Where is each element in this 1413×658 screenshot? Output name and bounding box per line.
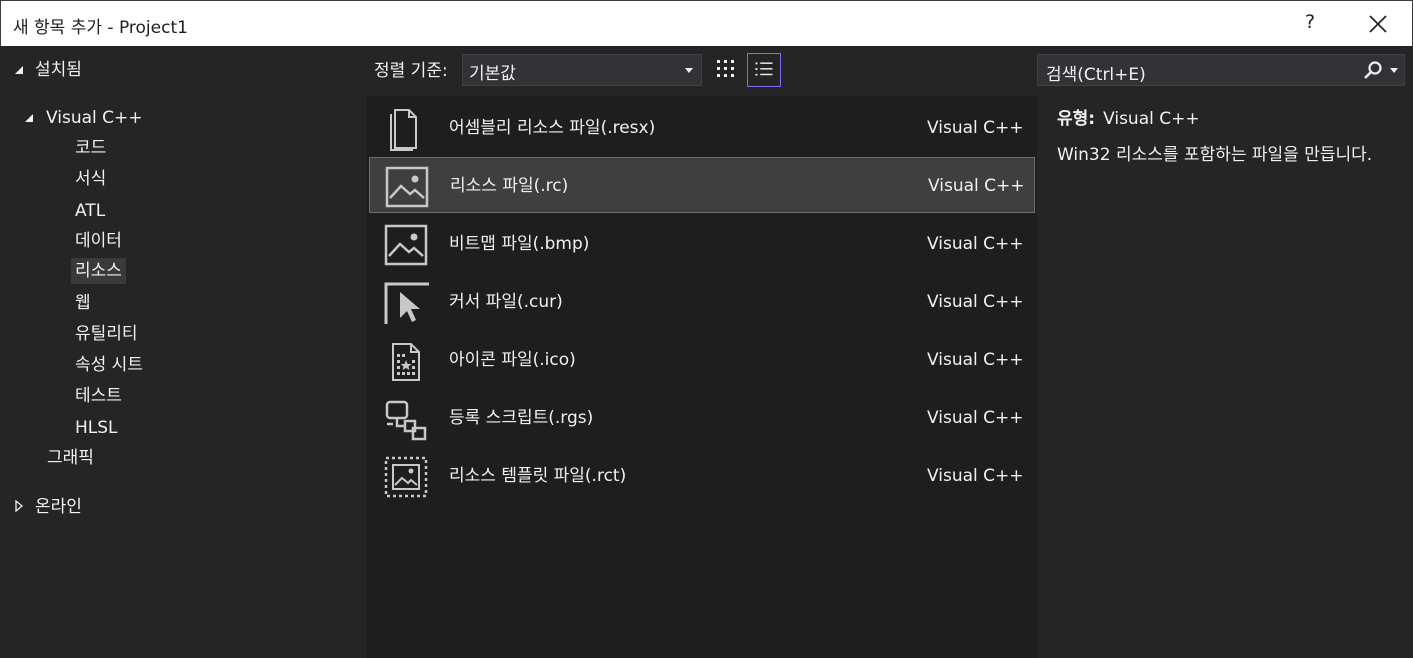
category-tree: 설치됨 Visual C++ 코드 서식 ATL 데이터 리소스 웹 유틸리티 … [1, 46, 367, 658]
tree-item-test[interactable]: 테스트 [75, 383, 122, 409]
title-bar: 새 항목 추가 - Project1 ? [0, 0, 1413, 46]
sort-value: 기본값 [469, 64, 516, 84]
window-title: 새 항목 추가 - Project1 [13, 18, 188, 38]
search-box[interactable]: 검색(Ctrl+E) [1037, 54, 1405, 86]
template-name: 커서 파일(.cur) [449, 292, 563, 312]
expanded-caret-icon[interactable] [13, 64, 25, 76]
dropdown-arrow-icon [685, 68, 693, 73]
template-name: 아이콘 파일(.ico) [449, 350, 576, 370]
template-list: 어셈블리 리소스 파일(.resx) Visual C++ 리소스 파일(.rc… [367, 96, 1037, 658]
search-icon[interactable] [1362, 60, 1384, 82]
search-options-arrow-icon[interactable] [1390, 68, 1398, 73]
image-icon [384, 224, 428, 266]
tree-item-visual-cpp[interactable]: Visual C++ [46, 105, 143, 131]
details-pane: 유형: Visual C++ Win32 리소스를 포함하는 파일을 만듭니다. [1037, 96, 1413, 658]
sort-label: 정렬 기준: [374, 61, 448, 81]
template-item-bmp[interactable]: 비트맵 파일(.bmp) Visual C++ [369, 216, 1035, 272]
registry-script-icon [385, 400, 427, 441]
expanded-caret-icon[interactable] [23, 112, 35, 124]
tree-item-graphics[interactable]: 그래픽 [47, 445, 94, 471]
template-item-rc[interactable]: 리소스 파일(.rc) Visual C++ [369, 157, 1035, 213]
tree-item-atl[interactable]: ATL [75, 198, 105, 224]
cursor-icon [384, 282, 429, 324]
template-language: Visual C++ [927, 350, 1024, 370]
document-icon [390, 109, 417, 151]
template-language: Visual C++ [927, 466, 1024, 486]
tree-item-format[interactable]: 서식 [75, 166, 106, 192]
tree-item-utility[interactable]: 유틸리티 [75, 321, 138, 347]
tree-item-code[interactable]: 코드 [75, 135, 106, 161]
tree-item-installed[interactable]: 설치됨 [35, 57, 82, 83]
template-name: 어셈블리 리소스 파일(.resx) [449, 118, 656, 138]
grid-view-icon[interactable] [709, 53, 743, 87]
image-template-icon [384, 456, 428, 498]
template-language: Visual C++ [927, 118, 1024, 138]
template-description: Win32 리소스를 포함하는 파일을 만듭니다. [1057, 145, 1373, 165]
image-icon [385, 166, 429, 208]
type-value: Visual C++ [1103, 109, 1200, 129]
template-name: 비트맵 파일(.bmp) [449, 234, 590, 254]
template-language: Visual C++ [928, 176, 1025, 196]
template-language: Visual C++ [927, 408, 1024, 428]
tree-item-data[interactable]: 데이터 [75, 228, 122, 254]
tree-item-property-sheet[interactable]: 속성 시트 [75, 352, 143, 378]
tree-item-web[interactable]: 웹 [75, 290, 91, 316]
tree-item-online[interactable]: 온라인 [35, 494, 82, 520]
search-input[interactable]: 검색(Ctrl+E) [1046, 60, 1146, 85]
template-name: 리소스 템플릿 파일(.rct) [449, 466, 627, 486]
template-name: 리소스 파일(.rc) [450, 176, 569, 196]
tree-item-resource[interactable]: 리소스 [71, 258, 126, 284]
template-item-rgs[interactable]: 등록 스크립트(.rgs) Visual C++ [369, 390, 1035, 446]
template-item-ico[interactable]: 아이콘 파일(.ico) Visual C++ [369, 332, 1035, 388]
template-language: Visual C++ [927, 234, 1024, 254]
template-name: 등록 스크립트(.rgs) [449, 408, 594, 428]
template-item-rct[interactable]: 리소스 템플릿 파일(.rct) Visual C++ [369, 448, 1035, 504]
type-label: 유형: [1057, 109, 1096, 129]
collapsed-caret-icon[interactable] [13, 500, 25, 512]
template-item-cur[interactable]: 커서 파일(.cur) Visual C++ [369, 274, 1035, 330]
sort-dropdown[interactable]: 기본값 [462, 54, 702, 86]
icon-file-icon [392, 343, 420, 381]
type-line: 유형: Visual C++ [1057, 106, 1200, 132]
close-icon[interactable] [1367, 13, 1389, 35]
list-view-icon[interactable] [747, 53, 781, 87]
template-item-resx[interactable]: 어셈블리 리소스 파일(.resx) Visual C++ [369, 100, 1035, 156]
template-language: Visual C++ [927, 292, 1024, 312]
tree-item-hlsl[interactable]: HLSL [75, 415, 118, 441]
help-button[interactable]: ? [1300, 11, 1320, 33]
